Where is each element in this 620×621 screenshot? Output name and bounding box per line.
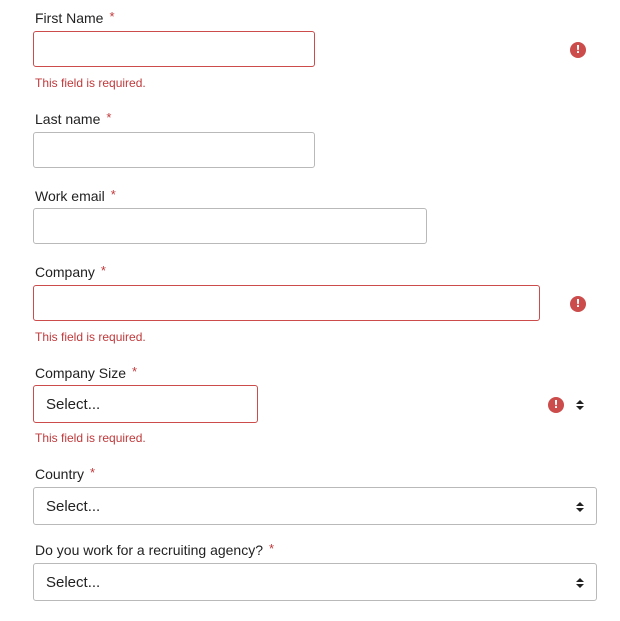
error-icon: ! [570, 42, 586, 58]
first-name-label: First Name * [35, 9, 115, 26]
recruiting-agency-label: Do you work for a recruiting agency? * [35, 541, 274, 558]
last-name-label: Last name * [35, 110, 111, 127]
company-size-error: This field is required. [35, 431, 146, 445]
recruiting-agency-select[interactable]: Select... [33, 563, 597, 601]
last-name-label-text: Last name [35, 111, 101, 127]
required-marker: * [132, 364, 138, 379]
select-caret-icon [575, 577, 585, 589]
work-email-label-text: Work email [35, 188, 105, 204]
work-email-field[interactable] [33, 208, 427, 244]
required-marker: * [106, 110, 112, 125]
select-caret-icon [575, 501, 585, 513]
country-label-text: Country [35, 466, 85, 482]
required-marker: * [90, 465, 96, 480]
first-name-input[interactable] [34, 32, 314, 66]
required-marker: * [269, 541, 275, 556]
company-input[interactable] [34, 286, 539, 320]
recruiting-agency-label-text: Do you work for a recruiting agency? [35, 542, 263, 558]
first-name-label-text: First Name [35, 10, 104, 26]
select-caret-icon[interactable] [575, 399, 585, 411]
company-size-selected-value: Select... [46, 396, 101, 413]
work-email-label: Work email * [35, 187, 116, 204]
company-size-label-text: Company Size [35, 365, 127, 381]
last-name-field[interactable] [33, 132, 315, 168]
company-field[interactable] [33, 285, 540, 321]
company-label-text: Company [35, 264, 95, 280]
work-email-input[interactable] [34, 209, 426, 243]
error-icon: ! [548, 397, 564, 413]
company-label: Company * [35, 263, 106, 280]
country-selected-value: Select... [46, 498, 101, 515]
country-label: Country * [35, 465, 95, 482]
last-name-input[interactable] [34, 133, 314, 167]
required-marker: * [110, 187, 116, 202]
required-marker: * [100, 263, 106, 278]
error-icon: ! [570, 296, 586, 312]
company-size-select[interactable]: Select... [33, 385, 258, 423]
required-marker: * [109, 9, 115, 24]
first-name-error: This field is required. [35, 76, 146, 90]
recruiting-agency-selected-value: Select... [46, 574, 101, 591]
company-size-label: Company Size * [35, 364, 137, 381]
first-name-field[interactable] [33, 31, 315, 67]
country-select[interactable]: Select... [33, 487, 597, 525]
company-error: This field is required. [35, 330, 146, 344]
